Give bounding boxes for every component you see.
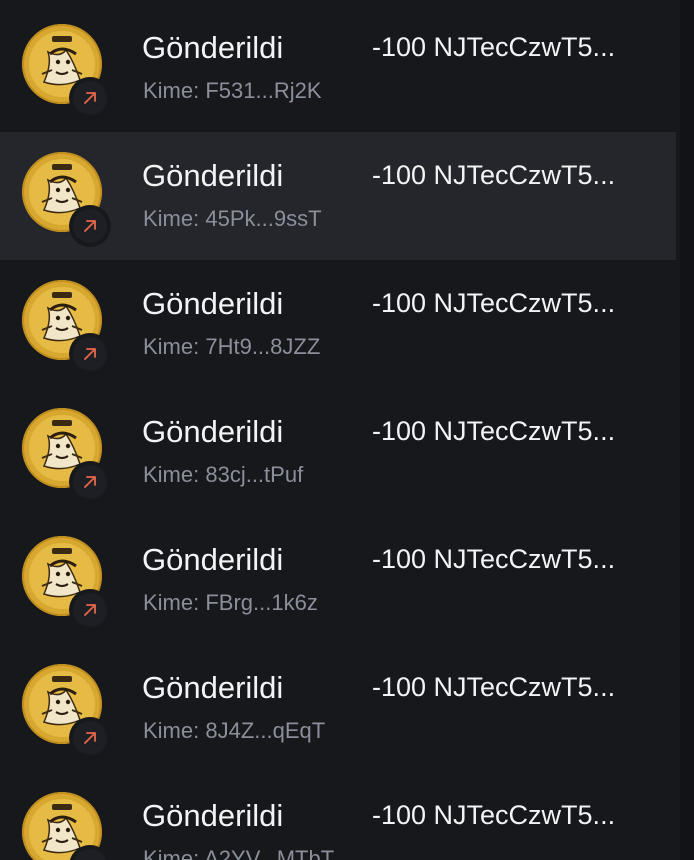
transaction-row[interactable]: Gönderildi Kime: A2YV...MTbT -100 NJTecC… [0,772,676,860]
sent-badge [69,77,111,119]
transaction-row[interactable]: Gönderildi Kime: F531...Rj2K -100 NJTecC… [0,4,676,132]
transaction-avatar [22,792,111,860]
transaction-recipient: Kime: 45Pk...9ssT [143,206,322,231]
sent-badge [69,205,111,247]
transaction-list: Gönderildi Kime: F531...Rj2K -100 NJTecC… [0,4,680,860]
transaction-amount: -100 NJTecCzwT5... [372,288,616,318]
arrow-up-right-icon [84,604,96,616]
transaction-avatar [22,664,111,759]
arrow-up-right-icon [84,92,96,104]
transaction-row[interactable]: Gönderildi Kime: 8J4Z...qEqT -100 NJTecC… [0,644,676,772]
transaction-status: Gönderildi [142,286,284,321]
arrow-up-right-icon [84,220,96,232]
sent-badge [69,717,111,759]
transaction-recipient: Kime: 8J4Z...qEqT [143,718,326,743]
transaction-amount: -100 NJTecCzwT5... [372,160,616,190]
transaction-status: Gönderildi [142,158,284,193]
transaction-avatar [22,536,111,631]
transaction-amount: -100 NJTecCzwT5... [372,672,616,702]
sent-badge [69,589,111,631]
transaction-amount: -100 NJTecCzwT5... [372,800,616,830]
scroll-edge [680,0,694,860]
transaction-status: Gönderildi [142,30,284,65]
transaction-status: Gönderildi [142,414,284,449]
sent-badge [69,461,111,503]
transaction-avatar [22,152,111,247]
transaction-recipient: Kime: F531...Rj2K [143,78,322,103]
transaction-row[interactable]: Gönderildi Kime: 83cj...tPuf -100 NJTecC… [0,388,676,516]
transaction-status: Gönderildi [142,798,284,833]
arrow-up-right-icon [84,732,96,744]
transaction-avatar [22,280,111,375]
transaction-row[interactable]: Gönderildi Kime: 7Ht9...8JZZ -100 NJTecC… [0,260,676,388]
transaction-avatar [22,24,111,119]
transaction-avatar [22,408,111,503]
transaction-amount: -100 NJTecCzwT5... [372,544,616,574]
sent-badge [69,333,111,375]
transaction-status: Gönderildi [142,670,284,705]
transaction-recipient: Kime: FBrg...1k6z [143,590,318,615]
transaction-amount: -100 NJTecCzwT5... [372,416,616,446]
arrow-up-right-icon [84,348,96,360]
arrow-up-right-icon [84,476,96,488]
transaction-recipient: Kime: 83cj...tPuf [143,462,304,487]
transaction-row[interactable]: Gönderildi Kime: FBrg...1k6z -100 NJTecC… [0,516,676,644]
transaction-recipient: Kime: 7Ht9...8JZZ [143,334,321,359]
transaction-amount: -100 NJTecCzwT5... [372,32,616,62]
transaction-row[interactable]: Gönderildi Kime: 45Pk...9ssT -100 NJTecC… [0,132,676,260]
transaction-status: Gönderildi [142,542,284,577]
transaction-recipient: Kime: A2YV...MTbT [143,846,335,860]
transaction-history-panel: Gönderildi Kime: F531...Rj2K -100 NJTecC… [0,0,680,860]
